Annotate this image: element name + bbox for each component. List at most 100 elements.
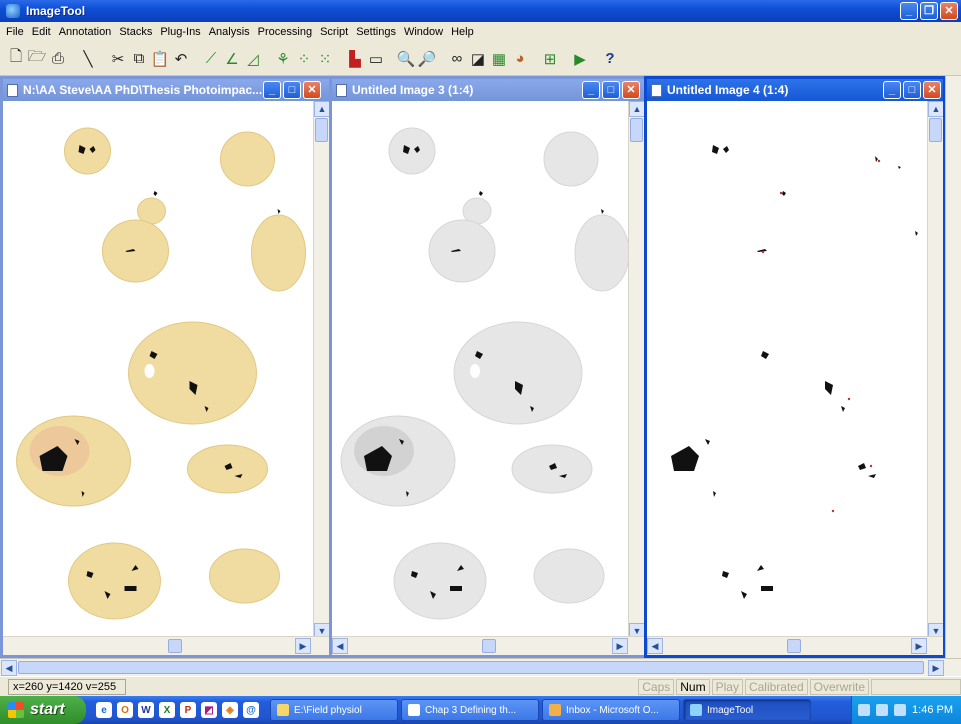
menu-edit[interactable]: Edit <box>28 26 55 38</box>
child-maximize-button[interactable]: □ <box>283 81 301 99</box>
histogram-icon[interactable]: ▙ <box>345 48 365 70</box>
line-icon[interactable]: ╲ <box>78 48 98 70</box>
new-icon[interactable]: 🗋 <box>6 48 26 70</box>
close-button[interactable]: ✕ <box>940 2 958 20</box>
ruler-icon[interactable]: ⟋ <box>201 48 221 70</box>
image-window-title-bar[interactable]: Untitled Image 4 (1:4) _ □ ✕ <box>647 79 943 101</box>
task-chap-3[interactable]: Chap 3 Defining th... <box>401 699 539 721</box>
tray-arrow-icon[interactable] <box>858 704 871 716</box>
grid-icon[interactable]: ⊞ <box>540 48 560 70</box>
child-maximize-button[interactable]: □ <box>602 81 620 99</box>
plot-icon[interactable]: ⁙ <box>315 48 335 70</box>
menu-annotation[interactable]: Annotation <box>55 26 116 38</box>
num-indicator: Num <box>676 678 710 695</box>
menu-analysis[interactable]: Analysis <box>205 26 254 38</box>
vertical-scrollbar[interactable]: ▲ ▼ <box>313 101 329 639</box>
horizontal-scrollbar[interactable]: ▶ <box>3 636 329 655</box>
image-canvas-threshold[interactable] <box>647 101 943 639</box>
horizontal-scrollbar[interactable]: ◀ ▶ <box>647 636 943 655</box>
minimize-button[interactable]: _ <box>900 2 918 20</box>
scroll-thumb[interactable] <box>482 639 496 653</box>
scroll-left-arrow[interactable]: ◀ <box>647 638 663 654</box>
palette-icon[interactable]: ◕ <box>510 48 530 70</box>
paste-icon[interactable]: 📋 <box>150 48 170 70</box>
menu-help[interactable]: Help <box>447 26 478 38</box>
tree-icon[interactable]: ⚘ <box>273 48 293 70</box>
image-window-title-bar[interactable]: Untitled Image 3 (1:4) _ □ ✕ <box>332 79 644 101</box>
scroll-thumb[interactable] <box>168 639 182 653</box>
task-imagetool[interactable]: ImageTool <box>683 699 811 721</box>
help-icon[interactable]: ? <box>600 48 620 70</box>
dots-icon[interactable]: ∞ <box>447 48 467 70</box>
scroll-right-arrow[interactable]: ▶ <box>612 638 628 654</box>
excel-icon[interactable]: X <box>159 702 175 718</box>
copy-icon[interactable]: ⧉ <box>129 48 149 70</box>
horizontal-scrollbar[interactable]: ◀ ▶ <box>332 636 644 655</box>
menu-file[interactable]: File <box>2 26 28 38</box>
angle-icon[interactable]: ∠ <box>222 48 242 70</box>
scroll-left-arrow[interactable]: ◀ <box>1 660 17 676</box>
child-minimize-button[interactable]: _ <box>883 81 901 99</box>
image-canvas-greyscale[interactable] <box>332 101 644 639</box>
menu-settings[interactable]: Settings <box>352 26 400 38</box>
scatter-icon[interactable]: ⁘ <box>294 48 314 70</box>
vertical-scrollbar[interactable]: ▲ ▼ <box>628 101 644 639</box>
network-icon[interactable]: @ <box>243 702 259 718</box>
scroll-up-arrow[interactable]: ▲ <box>928 101 943 117</box>
restore-button[interactable]: ❐ <box>920 2 938 20</box>
workspace-vertical-scrollbar[interactable] <box>945 76 961 658</box>
open-icon[interactable]: 🗁 <box>27 48 47 70</box>
scroll-left-arrow[interactable]: ◀ <box>332 638 348 654</box>
task-field-physiol[interactable]: E:\Field physiol <box>270 699 398 721</box>
task-inbox[interactable]: Inbox - Microsoft O... <box>542 699 680 721</box>
run-icon[interactable]: ▶ <box>570 48 590 70</box>
zoom-out-icon[interactable]: 🔎 <box>417 48 437 70</box>
child-close-button[interactable]: ✕ <box>303 81 321 99</box>
child-minimize-button[interactable]: _ <box>263 81 281 99</box>
powerpoint-icon[interactable]: P <box>180 702 196 718</box>
menu-processing[interactable]: Processing <box>254 26 316 38</box>
word-icon[interactable]: W <box>138 702 154 718</box>
scroll-up-arrow[interactable]: ▲ <box>629 101 644 117</box>
print-icon[interactable]: ⎙ <box>48 48 68 70</box>
child-minimize-button[interactable]: _ <box>582 81 600 99</box>
profile-icon[interactable]: ▭ <box>366 48 386 70</box>
scroll-thumb[interactable] <box>18 661 924 674</box>
scroll-thumb[interactable] <box>929 118 942 142</box>
scroll-thumb[interactable] <box>315 118 328 142</box>
zoom-in-icon[interactable]: 🔍 <box>396 48 416 70</box>
contrast-icon[interactable]: ◪ <box>468 48 488 70</box>
menu-stacks[interactable]: Stacks <box>115 26 156 38</box>
tray-network-icon[interactable] <box>876 704 889 716</box>
scroll-thumb[interactable] <box>630 118 643 142</box>
image-canvas-color[interactable] <box>3 101 329 639</box>
media-icon[interactable]: ◈ <box>222 702 238 718</box>
scroll-right-arrow[interactable]: ▶ <box>295 638 311 654</box>
tray-app-icon[interactable] <box>894 704 907 716</box>
menu-script[interactable]: Script <box>316 26 352 38</box>
image-window-grey[interactable]: Untitled Image 3 (1:4) _ □ ✕ ▲ ▼ ◀ ▶ <box>329 76 647 658</box>
scroll-thumb[interactable] <box>787 639 801 653</box>
outlook-icon[interactable]: O <box>117 702 133 718</box>
child-maximize-button[interactable]: □ <box>903 81 921 99</box>
child-close-button[interactable]: ✕ <box>923 81 941 99</box>
image-app-icon[interactable]: ◩ <box>201 702 217 718</box>
image-window-threshold[interactable]: Untitled Image 4 (1:4) _ □ ✕ ▲ ▼ ◀ ▶ <box>644 76 946 658</box>
start-button[interactable]: start <box>0 696 86 724</box>
undo-icon[interactable]: ↶ <box>171 48 191 70</box>
browser-icon[interactable]: e <box>96 702 112 718</box>
image-window-title: Untitled Image 4 (1:4) <box>667 83 789 97</box>
menu-plug-ins[interactable]: Plug-Ins <box>156 26 204 38</box>
cut-icon[interactable]: ✂ <box>108 48 128 70</box>
image-window-original[interactable]: N:\AA Steve\AA PhD\Thesis Photoimpac... … <box>0 76 332 658</box>
scroll-right-arrow[interactable]: ▶ <box>911 638 927 654</box>
child-close-button[interactable]: ✕ <box>622 81 640 99</box>
workspace-horizontal-scrollbar[interactable]: ◀ ▶ <box>0 658 961 676</box>
area-icon[interactable]: ◿ <box>243 48 263 70</box>
menu-window[interactable]: Window <box>400 26 447 38</box>
calculator-icon[interactable]: ▦ <box>489 48 509 70</box>
image-window-title-bar[interactable]: N:\AA Steve\AA PhD\Thesis Photoimpac... … <box>3 79 329 101</box>
scroll-up-arrow[interactable]: ▲ <box>314 101 329 117</box>
scroll-right-arrow[interactable]: ▶ <box>928 660 944 676</box>
vertical-scrollbar[interactable]: ▲ ▼ <box>927 101 943 639</box>
